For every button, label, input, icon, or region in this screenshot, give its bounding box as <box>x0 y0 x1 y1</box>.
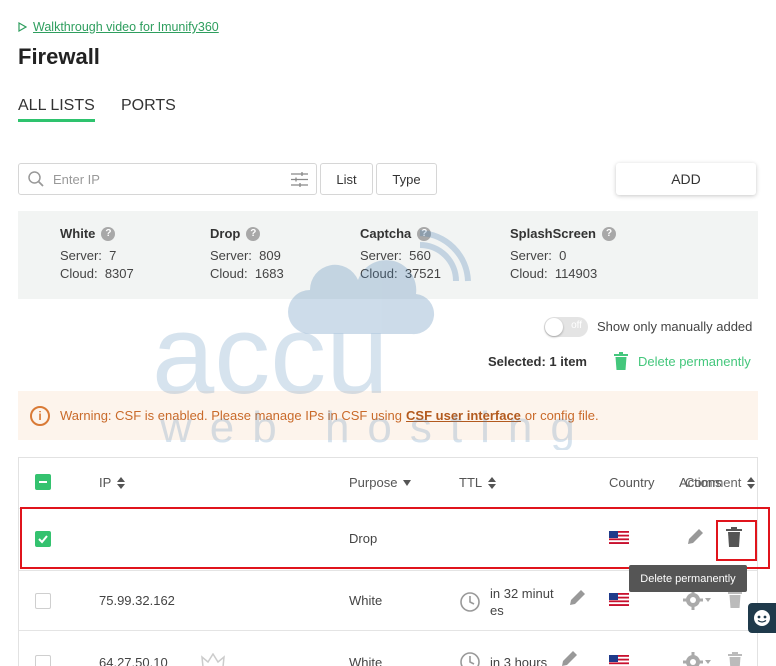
trash-icon[interactable] <box>728 590 742 608</box>
warning-suffix: or config file. <box>524 408 599 423</box>
walkthrough-link[interactable]: Walkthrough video for Imunify360 <box>18 20 219 34</box>
help-icon[interactable]: ? <box>246 227 261 241</box>
stat-drop: Drop? Server: 809 Cloud: 1683 <box>210 225 284 283</box>
header-ttl[interactable]: TTL <box>459 475 497 490</box>
trash-icon[interactable] <box>728 652 742 666</box>
stat-label: Server: <box>210 248 252 263</box>
pencil-icon[interactable] <box>567 588 587 608</box>
sort-icon <box>117 476 126 489</box>
stat-drop-title: Drop <box>210 226 241 241</box>
stat-label: Server: <box>60 248 102 263</box>
type-filter-button[interactable]: Type <box>376 163 437 195</box>
selection-count: Selected: 1 item <box>488 354 587 369</box>
header-country-label: Country <box>609 475 655 490</box>
help-icon[interactable]: ? <box>602 227 616 241</box>
stat-splashscreen-title: SplashScreen <box>510 226 596 241</box>
trash-icon <box>614 352 628 370</box>
stat-label: Cloud: <box>60 266 98 281</box>
sort-icon <box>747 476 756 489</box>
header-ttl-label: TTL <box>459 475 483 490</box>
stat-label: Cloud: <box>510 266 548 281</box>
clock-icon <box>460 592 480 612</box>
stat-splashscreen-cloud: 114903 <box>554 266 598 281</box>
stat-captcha-server: 560 <box>409 248 431 263</box>
gear-icon[interactable] <box>683 590 713 610</box>
walkthrough-label[interactable]: Walkthrough video for Imunify360 <box>33 20 219 34</box>
header-comment-label: Comment <box>685 475 742 490</box>
gear-icon[interactable] <box>683 652 713 666</box>
search-box <box>18 163 317 195</box>
help-icon[interactable]: ? <box>101 227 116 241</box>
stat-label: Cloud: <box>210 266 248 281</box>
row-ip: 75.99.32.162 <box>99 593 175 608</box>
header-ip-label: IP <box>99 475 112 490</box>
delete-tooltip: Delete permanently <box>629 565 747 592</box>
select-all-checkbox[interactable] <box>35 474 51 490</box>
clock-icon <box>460 652 480 666</box>
row-checkbox[interactable] <box>35 655 51 666</box>
stat-splashscreen: SplashScreen? Server: 0 Cloud: 114903 <box>510 225 616 283</box>
minus-icon <box>39 481 47 483</box>
header-ip[interactable]: IP <box>99 475 126 490</box>
delete-permanently-label: Delete permanently <box>638 353 751 369</box>
row-purpose: White <box>349 655 383 666</box>
list-filter-button[interactable]: List <box>320 163 373 195</box>
chat-widget-button[interactable] <box>748 603 776 633</box>
header-purpose-label: Purpose <box>349 475 398 490</box>
csf-link[interactable]: CSF user interface <box>406 408 521 423</box>
sort-icon <box>488 476 497 489</box>
stat-captcha: Captcha? Server: 560 Cloud: 37521 <box>360 225 441 283</box>
warning-prefix: Warning: CSF is enabled. Please manage I… <box>60 408 403 423</box>
selected-row-highlight <box>20 507 770 569</box>
trash-button-highlight <box>716 520 757 561</box>
pencil-icon[interactable] <box>559 649 579 666</box>
row-ttl: in 3 hours <box>490 655 548 666</box>
stat-label: Server: <box>360 248 402 263</box>
stat-captcha-title: Captcha <box>360 226 412 241</box>
row-purpose: White <box>349 593 383 608</box>
stat-splashscreen-server: 0 <box>559 248 567 263</box>
tab-ports[interactable]: PORTS <box>121 97 176 115</box>
csf-warning: i Warning: CSF is enabled. Please manage… <box>18 391 758 440</box>
stat-white-title: White <box>60 226 96 241</box>
stats-panel: White? Server: 7 Cloud: 8307 Drop? Serve… <box>18 211 758 299</box>
delete-permanently-button[interactable]: Delete permanently <box>614 352 751 370</box>
row-ttl: in 32 minut es <box>490 586 554 618</box>
row-ip: 64.27.50.10 <box>99 655 168 666</box>
table-row[interactable]: 64.27.50.10 White in 3 hours <box>19 630 757 666</box>
header-comment[interactable]: Comment <box>685 475 756 490</box>
stat-drop-cloud: 1683 <box>254 266 284 281</box>
stat-label: Server: <box>510 248 552 263</box>
search-icon <box>28 171 44 187</box>
stat-label: Cloud: <box>360 266 398 281</box>
header-country: Country <box>609 475 655 490</box>
filter-sliders-icon[interactable] <box>291 171 308 187</box>
add-button[interactable]: ADD <box>616 163 756 195</box>
crown-icon <box>201 653 225 666</box>
caret-down-icon <box>403 479 412 486</box>
row-checkbox[interactable] <box>35 593 51 609</box>
stat-white: White? Server: 7 Cloud: 8307 <box>60 225 134 283</box>
manual-only-toggle[interactable]: off <box>544 317 588 337</box>
chat-icon <box>754 610 770 626</box>
stat-captcha-cloud: 37521 <box>404 266 441 281</box>
stat-drop-server: 809 <box>259 248 281 263</box>
warning-icon: i <box>30 405 50 426</box>
flag-us-icon <box>609 655 629 666</box>
tab-all-lists[interactable]: ALL LISTS <box>18 97 95 122</box>
stat-white-server: 7 <box>109 248 117 263</box>
stat-white-cloud: 8307 <box>104 266 134 281</box>
help-icon[interactable]: ? <box>417 227 432 241</box>
search-input[interactable] <box>53 171 291 187</box>
play-icon <box>18 22 27 32</box>
toggle-state: off <box>571 320 582 331</box>
header-purpose[interactable]: Purpose <box>349 475 412 490</box>
page-title: Firewall <box>18 44 100 69</box>
manual-only-label: Show only manually added <box>597 319 753 334</box>
flag-us-icon <box>609 593 629 606</box>
toggle-knob <box>545 318 563 336</box>
